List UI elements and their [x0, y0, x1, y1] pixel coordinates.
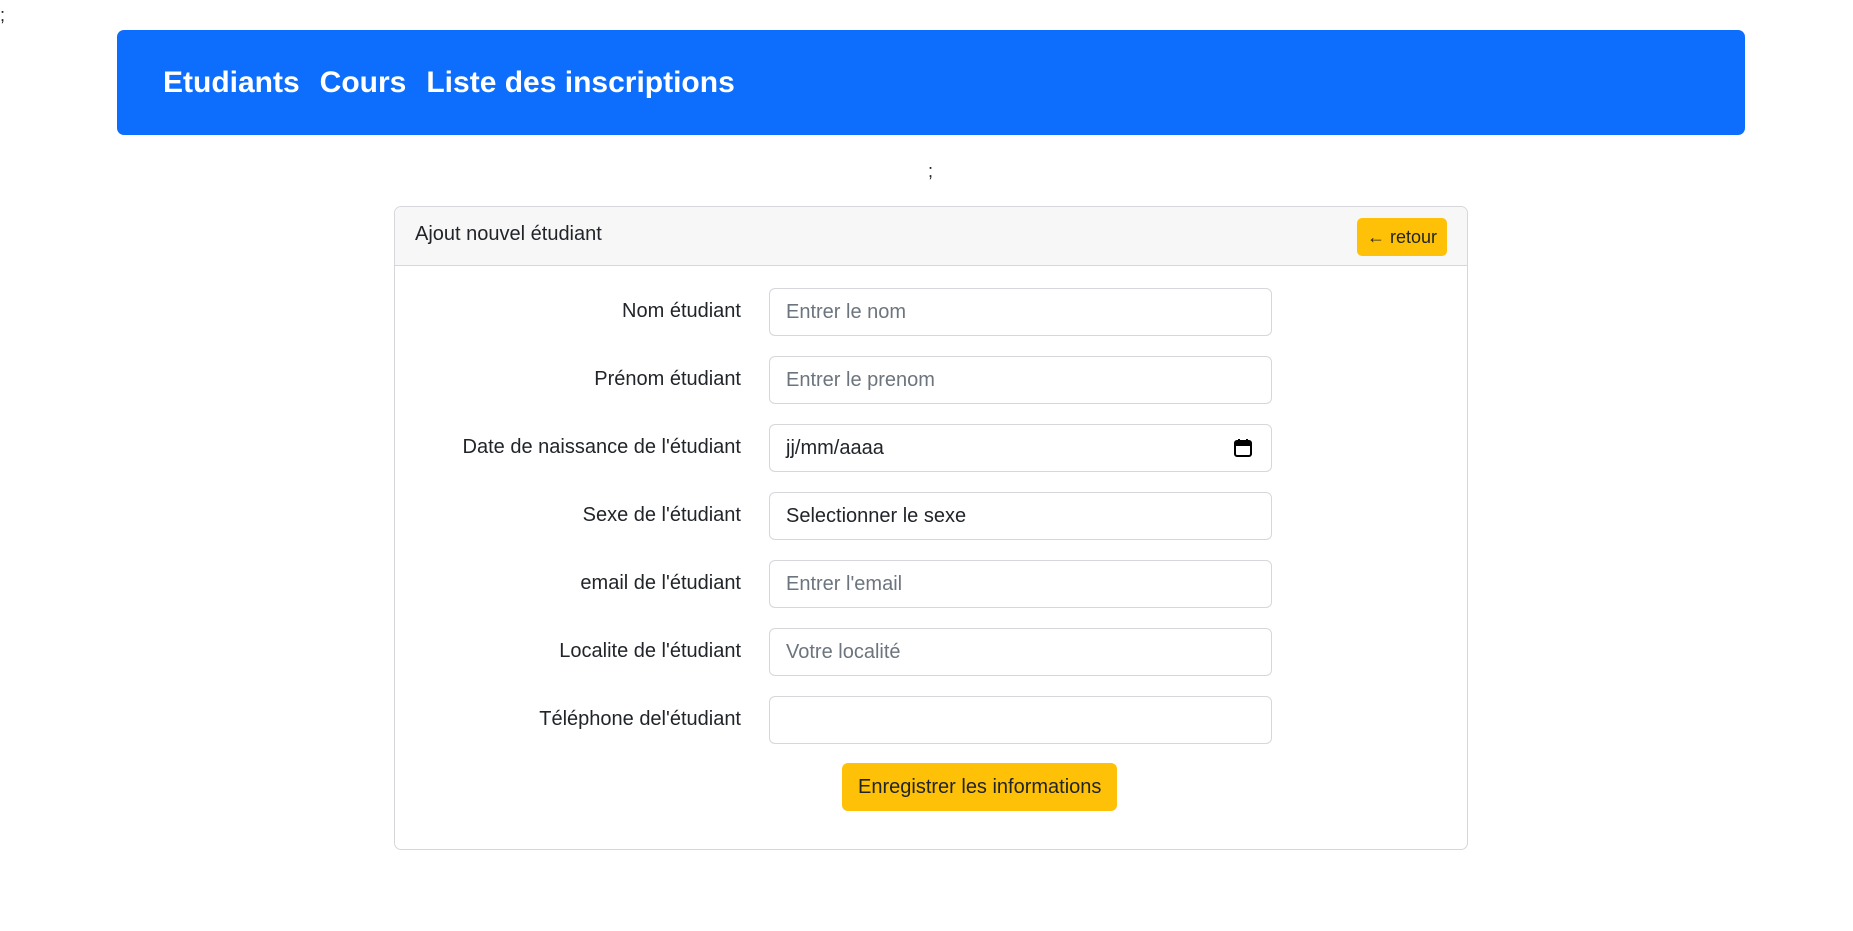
prenom-label: Prénom étudiant [594, 368, 741, 390]
date-naissance-value: jj/mm/aaaa [786, 436, 884, 459]
sexe-label: Sexe de l'étudiant [582, 504, 741, 526]
nav-link-cours[interactable]: Cours [320, 66, 407, 100]
add-student-card: Ajout nouvel étudiant ← retour Nom étudi… [394, 206, 1468, 850]
date-naissance-label: Date de naissance de l'étudiant [462, 436, 741, 458]
nav-link-inscriptions[interactable]: Liste des inscriptions [426, 66, 734, 100]
card-title: Ajout nouvel étudiant [415, 223, 602, 245]
nav-link-etudiants[interactable]: Etudiants [163, 66, 300, 100]
calendar-icon[interactable] [1233, 438, 1253, 458]
form-row-date: Date de naissance de l'étudiant jj/mm/aa… [395, 424, 1467, 472]
telephone-input[interactable] [769, 696, 1272, 744]
prenom-input[interactable] [769, 356, 1272, 404]
back-button[interactable]: ← retour [1356, 218, 1447, 256]
form-row-nom: Nom étudiant [395, 288, 1467, 336]
date-naissance-input[interactable]: jj/mm/aaaa [769, 424, 1272, 472]
stray-text: ; [928, 161, 934, 181]
form-row-sexe: Sexe de l'étudiant Selectionner le sexe [395, 492, 1467, 540]
sexe-select[interactable]: Selectionner le sexe [769, 492, 1272, 540]
nom-input[interactable] [769, 288, 1272, 336]
form-row-email: email de l'étudiant [395, 560, 1467, 608]
sexe-selected-value: Selectionner le sexe [786, 504, 967, 527]
stray-text: ; [0, 5, 6, 25]
email-label: email de l'étudiant [580, 572, 741, 594]
form-row-telephone: Téléphone del'étudiant [395, 696, 1467, 744]
localite-input[interactable] [769, 628, 1272, 676]
save-button[interactable]: Enregistrer les informations [842, 763, 1118, 811]
form-row-localite: Localite de l'étudiant [395, 628, 1467, 676]
nom-label: Nom étudiant [622, 300, 741, 322]
form-row-prenom: Prénom étudiant [395, 356, 1467, 404]
localite-label: Localite de l'étudiant [559, 640, 741, 662]
card-header: Ajout nouvel étudiant ← retour [395, 207, 1467, 266]
telephone-label: Téléphone del'étudiant [539, 708, 741, 730]
email-input[interactable] [769, 560, 1272, 608]
top-navbar: Etudiants Cours Liste des inscriptions [117, 30, 1745, 135]
